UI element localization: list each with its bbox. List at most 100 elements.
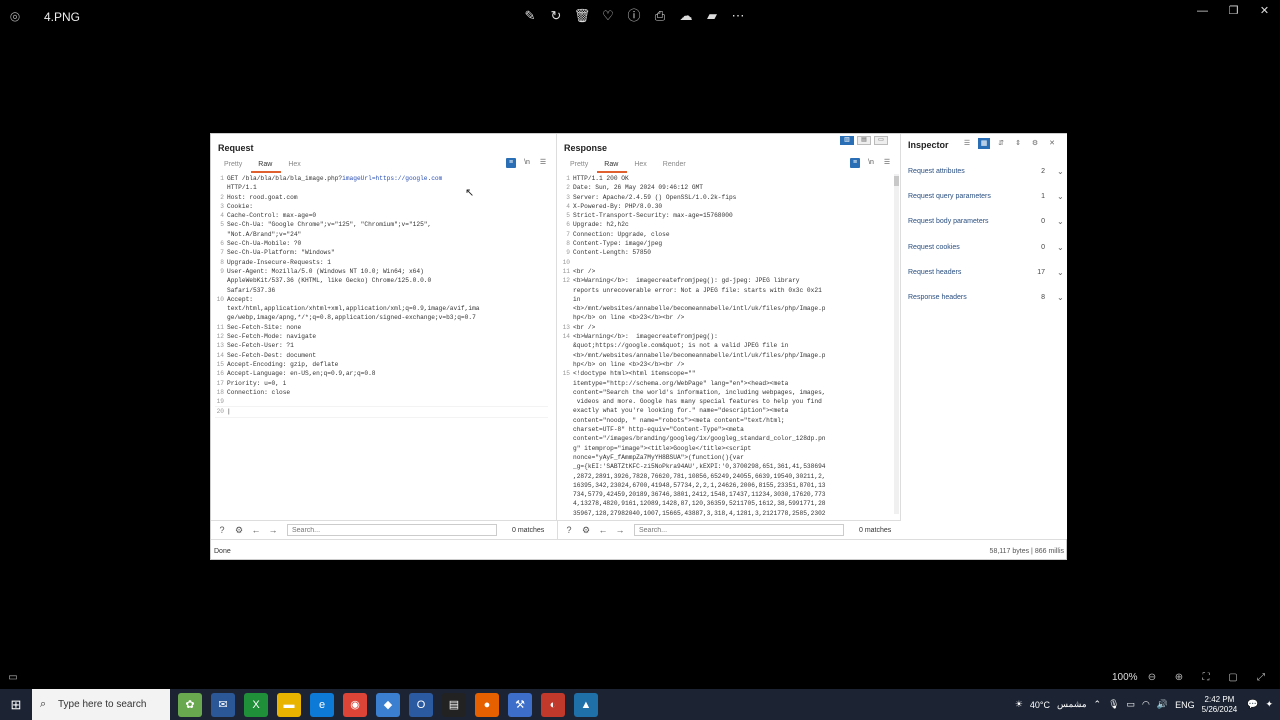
firefox-icon[interactable]: ● (475, 693, 499, 717)
help-icon[interactable]: ? (563, 524, 575, 536)
forward-arrow-icon[interactable]: → (614, 524, 626, 536)
help-icon[interactable]: ? (216, 524, 228, 536)
notification-icon[interactable]: 💬 (1247, 699, 1258, 710)
outlook-icon[interactable]: O (409, 693, 433, 717)
fit-window-icon[interactable]: ⛶ (1199, 671, 1213, 685)
tab-render[interactable]: Render (656, 159, 695, 173)
line-number: 14 (216, 351, 224, 359)
tab-hex[interactable]: Hex (281, 159, 309, 173)
inspector-row-request-cookies[interactable]: Request cookies 0 ⌄ (901, 235, 1067, 260)
language-indicator[interactable]: ENG (1175, 700, 1195, 710)
settings-icon[interactable]: ⚙ (580, 524, 592, 536)
collapse-icon[interactable]: ⇕ (1012, 138, 1024, 149)
list-view-icon[interactable]: ☰ (961, 138, 973, 149)
chevron-down-icon[interactable]: ⌄ (1057, 192, 1067, 201)
taskbar-search[interactable]: ⌕ Type here to search (32, 689, 170, 720)
favorite-icon[interactable]: ♡ (598, 6, 618, 26)
windows-start-icon[interactable]: ⊞ (0, 689, 32, 720)
forward-arrow-icon[interactable]: → (267, 524, 279, 536)
newline-icon[interactable]: \n (522, 158, 532, 168)
line-text: <b>/mnt/websites/annabelle/becomeannabel… (573, 351, 826, 359)
request-editor[interactable]: 1 GET /bla/bla/bla/bla_image.php?imageUrl… (215, 174, 548, 516)
back-arrow-icon[interactable]: ← (250, 524, 262, 536)
line-text: Content-Length: 57850 (573, 249, 651, 257)
menu-icon[interactable]: ☰ (538, 158, 548, 168)
editor-line: hp</b> on line <b>23</b><br /> (561, 360, 892, 369)
edge-icon[interactable]: e (310, 693, 334, 717)
table-view-icon[interactable]: ▦ (978, 138, 990, 149)
back-arrow-icon[interactable]: ← (597, 524, 609, 536)
widget-icon[interactable]: ✿ (178, 693, 202, 717)
info-icon[interactable]: ⓘ (624, 6, 644, 26)
response-search-input[interactable] (634, 524, 844, 536)
tab-pretty[interactable]: Pretty (563, 159, 597, 173)
tools-icon[interactable]: ⚒ (508, 693, 532, 717)
layout-side-by-side-icon[interactable]: ▥ (840, 136, 854, 145)
settings-icon[interactable]: ⚙ (233, 524, 245, 536)
print-icon[interactable]: ⎙ (650, 6, 670, 26)
layout-top-bottom-icon[interactable]: ▤ (857, 136, 871, 145)
close-button[interactable]: ✕ (1249, 0, 1280, 22)
terminal-icon[interactable]: ▤ (442, 693, 466, 717)
fullscreen-icon[interactable]: ⤢ (1254, 671, 1268, 685)
excel-icon[interactable]: X (244, 693, 268, 717)
settings-icon[interactable]: ⚙ (1029, 138, 1041, 149)
close-icon[interactable]: ✕ (1046, 138, 1058, 149)
zoom-in-icon[interactable]: ⊕ (1172, 671, 1186, 685)
request-search-input[interactable] (287, 524, 497, 536)
inspector-row-request-attributes[interactable]: Request attributes 2 ⌄ (901, 159, 1067, 184)
file-explorer-icon[interactable]: ▬ (277, 693, 301, 717)
zoom-out-icon[interactable]: ⊖ (1145, 671, 1159, 685)
wifi-icon[interactable]: ◠ (1142, 699, 1150, 710)
tab-raw[interactable]: Raw (251, 159, 282, 173)
newline-icon[interactable]: \n (866, 158, 876, 168)
chevron-down-icon[interactable]: ⌄ (1057, 268, 1067, 277)
delete-icon[interactable]: 🗑 (572, 6, 592, 26)
clock[interactable]: 2:42 PM 5/26/2024 (1202, 695, 1238, 715)
response-scrollbar[interactable] (894, 174, 899, 514)
microphone-icon[interactable]: 🎙 (1108, 699, 1119, 710)
line-number (561, 453, 573, 462)
inspector-row-request-query-parameters[interactable]: Request query parameters 1 ⌄ (901, 184, 1067, 209)
chevron-down-icon[interactable]: ⌄ (1057, 293, 1067, 302)
wrap-lines-icon[interactable]: ≡ (506, 158, 516, 168)
tab-hex[interactable]: Hex (627, 159, 655, 173)
tab-pretty[interactable]: Pretty (217, 159, 251, 173)
tab-raw[interactable]: Raw (597, 159, 628, 173)
actual-size-icon[interactable]: ▢ (1226, 671, 1240, 685)
minimize-button[interactable]: — (1187, 0, 1218, 22)
battery-icon[interactable]: ▭ (1127, 699, 1136, 710)
photos-icon[interactable]: ▲ (574, 693, 598, 717)
inspector-title: Inspector (908, 140, 949, 150)
recorder-icon[interactable]: ◐ (541, 693, 565, 717)
chevron-down-icon[interactable]: ⌄ (1057, 217, 1067, 226)
line-number (561, 406, 573, 415)
inspector-row-response-headers[interactable]: Response headers 8 ⌄ (901, 285, 1067, 310)
share-icon[interactable]: ☁ (676, 6, 696, 26)
filmstrip-icon[interactable]: ▭ (6, 671, 20, 685)
editor-line: 7 Sec-Ch-Ua-Platform: "Windows" (215, 248, 548, 257)
line-number (561, 313, 573, 322)
wrap-lines-icon[interactable]: ≡ (850, 158, 860, 168)
tray-chevron-icon[interactable]: ⌃ (1094, 699, 1102, 710)
line-text: HTTP/1.1 200 OK (573, 175, 629, 182)
inspector-row-request-headers[interactable]: Request headers 17 ⌄ (901, 260, 1067, 285)
chevron-down-icon[interactable]: ⌄ (1057, 167, 1067, 176)
response-editor[interactable]: 1 HTTP/1.1 200 OK 2 Date: Sun, 26 May 2024 … (561, 174, 892, 516)
volume-icon[interactable]: 🔊 (1157, 699, 1168, 710)
chevron-down-icon[interactable]: ⌄ (1057, 243, 1067, 252)
rotate-icon[interactable]: ↻ (546, 6, 566, 26)
chrome-icon[interactable]: ◉ (343, 693, 367, 717)
align-icon[interactable]: ⇵ (995, 138, 1007, 149)
more-icon[interactable]: ⋯ (728, 6, 748, 26)
layout-tabs-icon[interactable]: ▭ (874, 136, 888, 145)
menu-icon[interactable]: ☰ (882, 158, 892, 168)
copilot-icon[interactable]: ✦ (1265, 699, 1273, 710)
clipchamp-icon[interactable]: ▰ (702, 6, 722, 26)
scrollbar-thumb[interactable] (894, 176, 899, 186)
maximize-button[interactable]: ❐ (1218, 0, 1249, 22)
app-icon[interactable]: ◆ (376, 693, 400, 717)
mail-icon[interactable]: ✉ (211, 693, 235, 717)
inspector-row-request-body-parameters[interactable]: Request body parameters 0 ⌄ (901, 209, 1067, 234)
edit-icon[interactable]: ✎ (520, 6, 540, 26)
